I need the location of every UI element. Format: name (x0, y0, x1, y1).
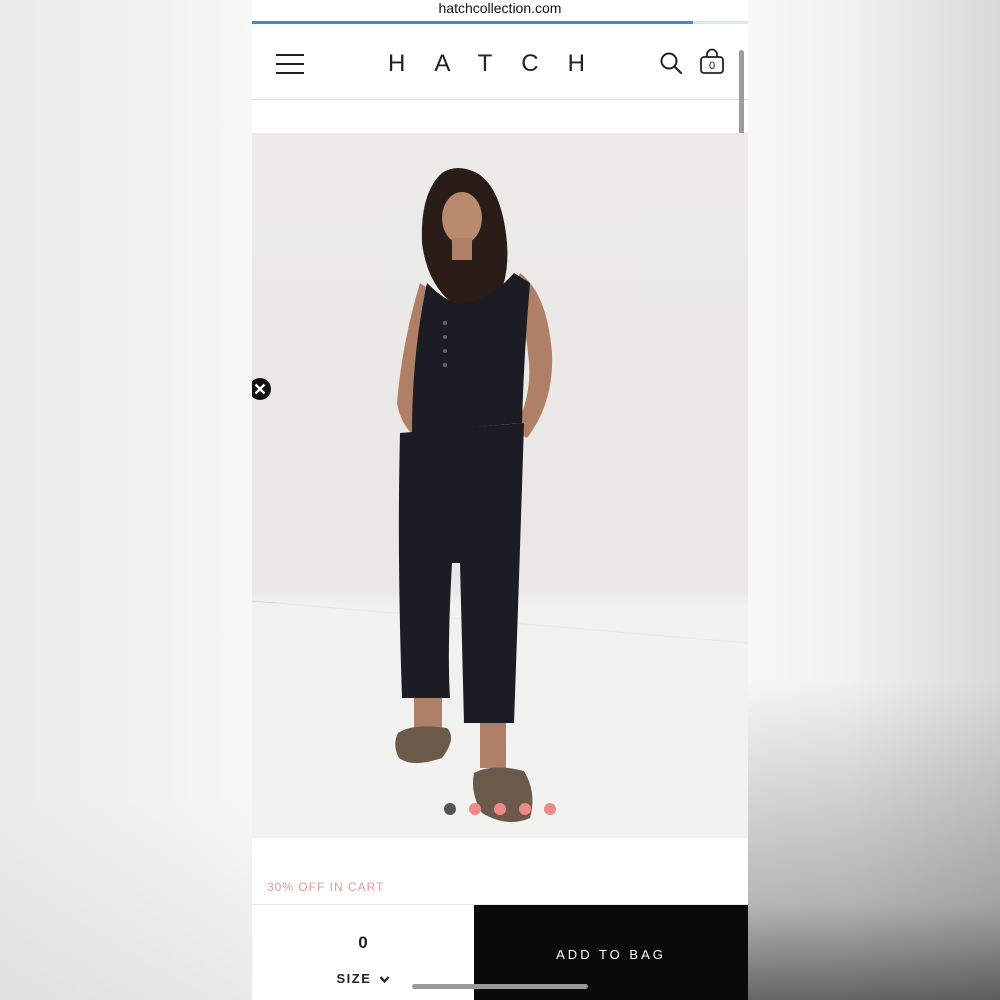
brand-logo[interactable]: HATCH (388, 50, 614, 78)
mobile-page: hatchcollection.com HATCH 0 30% OFF IN C… (252, 0, 748, 1000)
site-header: HATCH 0 (252, 24, 748, 274)
gallery-dot[interactable] (519, 802, 531, 815)
search-icon[interactable] (658, 50, 684, 76)
close-icon[interactable] (252, 377, 272, 401)
gallery-dot[interactable] (494, 802, 506, 815)
hamburger-menu-icon[interactable] (276, 54, 304, 74)
gallery-dot[interactable] (469, 802, 481, 815)
size-label: SIZE (336, 971, 372, 986)
promo-text: 30% OFF IN CART (267, 880, 385, 894)
shopping-bag-icon[interactable]: 0 (698, 48, 726, 76)
product-photo (252, 168, 748, 838)
gallery-pagination (252, 800, 748, 815)
outer-background-shade (748, 680, 1000, 1000)
product-image-gallery[interactable] (252, 133, 748, 838)
outer-background-left (0, 800, 252, 1000)
gallery-dot[interactable] (544, 802, 556, 815)
chevron-down-icon (379, 976, 389, 984)
home-indicator[interactable] (412, 984, 588, 989)
url-bar[interactable]: hatchcollection.com (252, 0, 748, 22)
bag-count-badge: 0 (708, 60, 716, 72)
quantity-value[interactable]: 0 (252, 933, 474, 953)
gallery-dot[interactable] (444, 802, 456, 815)
